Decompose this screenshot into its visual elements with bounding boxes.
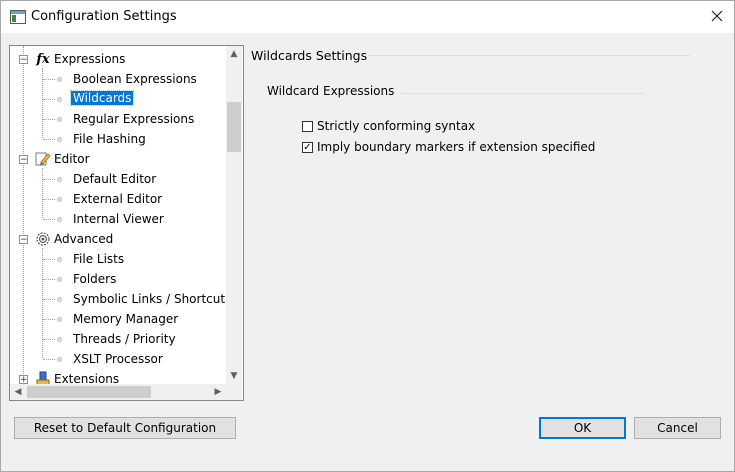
- tree-item-label: Memory Manager: [73, 312, 179, 326]
- tree-vertical-scrollbar[interactable]: ▲ ▼: [226, 46, 242, 384]
- collapse-toggle[interactable]: −: [19, 55, 28, 65]
- bullet-icon: [57, 197, 62, 202]
- bullet-icon: [57, 357, 62, 362]
- tree-item-regular-expressions[interactable]: Regular Expressions: [10, 109, 226, 129]
- option-label: Imply boundary markers if extension spec…: [317, 140, 596, 154]
- tree-item-label: Threads / Priority: [73, 332, 176, 346]
- scroll-up-arrow-icon[interactable]: ▲: [226, 46, 242, 62]
- tree-group-expressions[interactable]: − fx Expressions: [10, 49, 226, 69]
- scroll-down-arrow-icon[interactable]: ▼: [226, 368, 242, 384]
- tree-item-file-hashing[interactable]: File Hashing: [10, 129, 226, 149]
- close-icon: [711, 10, 723, 22]
- tree-item-external-editor[interactable]: External Editor: [10, 189, 226, 209]
- scrollbar-corner: [226, 384, 242, 400]
- tree-item-folders[interactable]: Folders: [10, 269, 226, 289]
- tree-group-label: Editor: [54, 152, 90, 166]
- tree-group-extensions[interactable]: + Extensions: [10, 369, 226, 384]
- bullet-icon: [57, 297, 62, 302]
- tree-item-xslt-processor[interactable]: XSLT Processor: [10, 349, 226, 369]
- bullet-icon: [57, 117, 62, 122]
- tree-item-default-editor[interactable]: Default Editor: [10, 169, 226, 189]
- bullet-icon: [57, 317, 62, 322]
- checkbox-checked[interactable]: ✓: [302, 141, 313, 153]
- extensions-icon: [34, 370, 52, 384]
- tree-item-wildcards[interactable]: Wildcards: [10, 89, 226, 109]
- scroll-thumb[interactable]: [27, 386, 151, 398]
- tree-item-label: Regular Expressions: [73, 112, 195, 126]
- tree-item-label: File Hashing: [73, 132, 146, 146]
- tree-item-label: Wildcards: [69, 90, 135, 106]
- tree-item-file-lists[interactable]: File Lists: [10, 249, 226, 269]
- tree-item-label: Boolean Expressions: [73, 72, 197, 86]
- gear-icon: [34, 230, 52, 248]
- tree-item-label: Internal Viewer: [73, 212, 164, 226]
- bullet-icon: [57, 97, 62, 102]
- option-label: Strictly conforming syntax: [317, 119, 476, 133]
- app-icon: [10, 10, 26, 24]
- bullet-icon: [57, 177, 62, 182]
- scroll-right-arrow-icon[interactable]: ▶: [210, 384, 226, 400]
- ok-button[interactable]: OK: [539, 417, 626, 439]
- tree-item-label: External Editor: [73, 192, 163, 206]
- tree-item-memory-manager[interactable]: Memory Manager: [10, 309, 226, 329]
- tree-group-advanced[interactable]: − Advanced: [10, 229, 226, 249]
- window-title: Configuration Settings: [31, 9, 177, 24]
- bullet-icon: [57, 137, 62, 142]
- tree-item-boolean-expressions[interactable]: Boolean Expressions: [10, 69, 226, 89]
- tree-content: − fx Expressions Boolean Expressions Wil…: [10, 46, 226, 384]
- close-button[interactable]: [700, 1, 734, 31]
- expand-toggle[interactable]: +: [19, 375, 28, 384]
- checkbox-unchecked[interactable]: [302, 120, 313, 132]
- tree-item-symbolic-links[interactable]: Symbolic Links / Shortcut: [10, 289, 226, 309]
- tree-item-label: XSLT Processor: [73, 352, 163, 366]
- settings-tree[interactable]: − fx Expressions Boolean Expressions Wil…: [9, 45, 244, 401]
- tree-horizontal-scrollbar[interactable]: ◀ ▶: [10, 384, 226, 400]
- tree-group-label: Expressions: [54, 52, 126, 66]
- bullet-icon: [57, 77, 62, 82]
- reset-default-button[interactable]: Reset to Default Configuration: [14, 417, 236, 439]
- tree-item-label: Folders: [73, 272, 117, 286]
- tree-group-label: Advanced: [54, 232, 114, 246]
- tree-item-label: Default Editor: [73, 172, 157, 186]
- fx-icon: fx: [36, 51, 50, 67]
- bullet-icon: [57, 337, 62, 342]
- scroll-left-arrow-icon[interactable]: ◀: [10, 384, 26, 400]
- option-strict-syntax[interactable]: Strictly conforming syntax: [302, 119, 475, 133]
- tree-item-internal-viewer[interactable]: Internal Viewer: [10, 209, 226, 229]
- pencil-document-icon: [34, 150, 52, 168]
- tree-group-editor[interactable]: − Editor: [10, 149, 226, 169]
- tree-item-label: File Lists: [73, 252, 125, 266]
- panel-title: Wildcards Settings: [251, 48, 368, 63]
- tree-item-label: Symbolic Links / Shortcut: [73, 292, 226, 306]
- collapse-toggle[interactable]: −: [19, 155, 28, 165]
- group-title-divider: [401, 93, 644, 94]
- dialog-window: Configuration Settings − fx Expressions: [0, 0, 735, 472]
- collapse-toggle[interactable]: −: [19, 235, 28, 245]
- group-title: Wildcard Expressions: [267, 84, 395, 98]
- bullet-icon: [57, 257, 62, 262]
- tree-item-threads-priority[interactable]: Threads / Priority: [10, 329, 226, 349]
- bullet-icon: [57, 277, 62, 282]
- bullet-icon: [57, 217, 62, 222]
- scroll-thumb[interactable]: [227, 102, 241, 152]
- tree-group-label: Extensions: [54, 372, 120, 384]
- title-bar: Configuration Settings: [1, 1, 734, 33]
- panel-title-divider: [368, 55, 690, 56]
- cancel-button[interactable]: Cancel: [634, 417, 721, 439]
- option-imply-boundary[interactable]: ✓ Imply boundary markers if extension sp…: [302, 140, 595, 154]
